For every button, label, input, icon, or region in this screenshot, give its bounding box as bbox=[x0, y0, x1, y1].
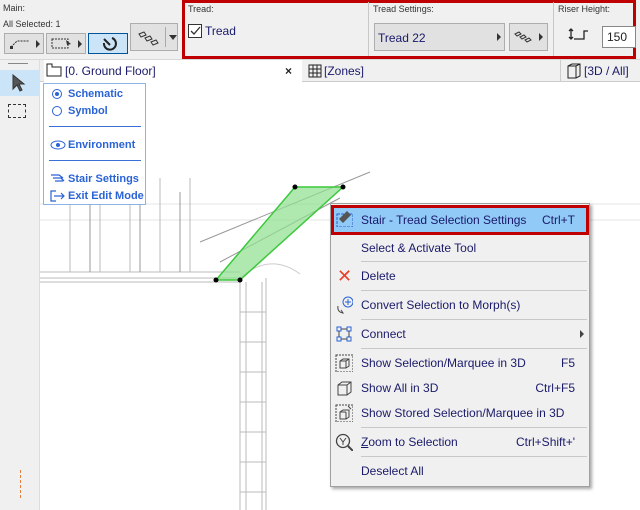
morph-icon bbox=[337, 296, 353, 314]
schematic-option[interactable]: Schematic bbox=[68, 88, 123, 100]
connect-icon bbox=[336, 326, 352, 342]
marquee-tool[interactable] bbox=[8, 104, 26, 118]
menu-item-select-activate-tool[interactable]: Select & Activate Tool bbox=[331, 236, 589, 260]
zoom-selection-icon bbox=[335, 433, 353, 451]
riser-height-label: Riser Height: bbox=[558, 4, 611, 14]
zoom-label-rest: oom to Selection bbox=[368, 435, 458, 449]
menu-item-label: Show Selection/Marquee in 3D bbox=[361, 356, 526, 370]
magic-wand-button[interactable] bbox=[88, 33, 128, 54]
riser-height-icon bbox=[568, 28, 588, 40]
symbol-option[interactable]: Symbol bbox=[68, 105, 108, 117]
chevron-right-icon bbox=[78, 40, 82, 48]
tread-checkbox-label: Tread bbox=[205, 24, 236, 38]
menu-item-label: Delete bbox=[361, 269, 396, 283]
main-label: Main: bbox=[3, 3, 26, 13]
menu-item-label: Convert Selection to Morph(s) bbox=[361, 298, 521, 312]
stair-settings-option[interactable]: Stair Settings bbox=[68, 173, 139, 185]
tread-label: Tread: bbox=[188, 4, 214, 14]
delete-x-icon: ✕ bbox=[337, 266, 353, 286]
menu-item-tread-selection-settings[interactable]: Stair - Tread Selection Settings Ctrl+T bbox=[331, 205, 589, 235]
stair-treads-icon bbox=[138, 31, 159, 46]
menu-item-convert-to-morph[interactable]: Convert Selection to Morph(s) bbox=[331, 293, 589, 317]
tab-label: [Zones] bbox=[324, 64, 365, 78]
menu-item-shortcut: F5 bbox=[560, 356, 575, 370]
menu-item-label: Select & Activate Tool bbox=[361, 241, 477, 255]
radio-icon[interactable] bbox=[52, 106, 62, 116]
tab-label: [0. Ground Floor] bbox=[65, 64, 156, 78]
info-box: Main: All Selected: 1 Tread: Tread Tread… bbox=[0, 0, 640, 60]
menu-item-zoom-to-selection[interactable]: Zoom to Selection Ctrl+Shift+' bbox=[331, 430, 589, 454]
cube-icon bbox=[567, 63, 581, 79]
dropdown-arrow-icon bbox=[169, 35, 177, 40]
exit-icon bbox=[50, 190, 65, 202]
eye-icon bbox=[50, 140, 66, 150]
arrow-tool[interactable] bbox=[0, 70, 40, 96]
context-menu: Stair - Tread Selection Settings Ctrl+T … bbox=[330, 203, 590, 487]
menu-item-connect[interactable]: Connect bbox=[331, 322, 589, 346]
tread-settings-icon bbox=[336, 211, 353, 227]
environment-option[interactable]: Environment bbox=[68, 139, 135, 151]
tread-checkbox[interactable] bbox=[188, 24, 202, 38]
arrow-cursor-icon bbox=[12, 74, 26, 92]
radio-checked-icon[interactable] bbox=[52, 89, 62, 99]
quick-options-palette: Schematic Symbol Environment Stair Setti… bbox=[43, 83, 146, 205]
menu-item-show-selection-3d[interactable]: Show Selection/Marquee in 3D F5 bbox=[331, 351, 589, 375]
menu-item-label: Show Stored Selection/Marquee in 3D bbox=[361, 406, 565, 420]
view-tab-bar: [0. Ground Floor] × [Zones] [3D / All] bbox=[40, 60, 640, 82]
chevron-right-icon bbox=[36, 40, 40, 48]
menu-item-label: Zoom to Selection bbox=[361, 435, 458, 449]
stored-marquee-3d-icon bbox=[335, 404, 353, 422]
stair-display-button[interactable] bbox=[130, 23, 178, 51]
menu-item-label: Show All in 3D bbox=[361, 381, 439, 395]
close-tab-icon[interactable]: × bbox=[285, 60, 292, 82]
gravity-icon bbox=[102, 37, 117, 51]
menu-item-shortcut: Ctrl+Shift+' bbox=[516, 435, 575, 449]
tread-type-button[interactable] bbox=[509, 23, 548, 51]
chevron-right-icon bbox=[539, 33, 543, 41]
menu-item-label: Stair - Tread Selection Settings bbox=[361, 213, 527, 227]
tread-settings-value: Tread 22 bbox=[378, 31, 426, 45]
checkmark-icon bbox=[190, 26, 201, 35]
chevron-right-icon bbox=[497, 33, 501, 41]
menu-item-label: Connect bbox=[361, 327, 406, 341]
tab-ground-floor[interactable]: [0. Ground Floor] × bbox=[44, 60, 302, 82]
selected-tread[interactable] bbox=[214, 186, 345, 281]
grid-icon bbox=[308, 64, 322, 78]
submenu-arrow-icon bbox=[580, 330, 584, 338]
floor-plan-icon bbox=[46, 63, 62, 77]
menu-item-label: Deselect All bbox=[361, 464, 424, 478]
menu-item-show-all-3d[interactable]: Show All in 3D Ctrl+F5 bbox=[331, 376, 589, 400]
marquee-method-button[interactable] bbox=[46, 33, 86, 54]
tread-settings-label: Tread Settings: bbox=[373, 4, 434, 14]
marquee-icon bbox=[51, 38, 71, 49]
riser-height-input[interactable]: 150 bbox=[602, 26, 636, 48]
polygon-select-icon bbox=[10, 40, 29, 49]
tab-3d-all[interactable]: [3D / All] bbox=[564, 60, 640, 82]
toolbox bbox=[0, 60, 40, 510]
tab-zones[interactable]: [Zones] bbox=[306, 60, 556, 82]
exit-edit-mode-option[interactable]: Exit Edit Mode bbox=[68, 190, 144, 202]
menu-item-shortcut: Ctrl+F5 bbox=[535, 381, 575, 395]
tread-settings-dropdown[interactable]: Tread 22 bbox=[374, 23, 505, 51]
toolbox-scroll-indicator bbox=[20, 470, 21, 498]
menu-item-shortcut: Ctrl+T bbox=[542, 213, 575, 227]
selection-method-button[interactable] bbox=[4, 33, 44, 54]
selection-count: All Selected: 1 bbox=[3, 19, 61, 29]
menu-item-show-stored-selection-3d[interactable]: Show Stored Selection/Marquee in 3D bbox=[331, 401, 589, 425]
menu-item-delete[interactable]: ✕ Delete bbox=[331, 264, 589, 288]
cube-icon bbox=[337, 381, 352, 396]
stair-settings-icon bbox=[51, 174, 65, 182]
marquee-3d-icon bbox=[335, 354, 353, 372]
menu-item-deselect-all[interactable]: Deselect All bbox=[331, 459, 589, 483]
tread-type-icon bbox=[514, 31, 532, 43]
tab-label: [3D / All] bbox=[584, 64, 629, 78]
